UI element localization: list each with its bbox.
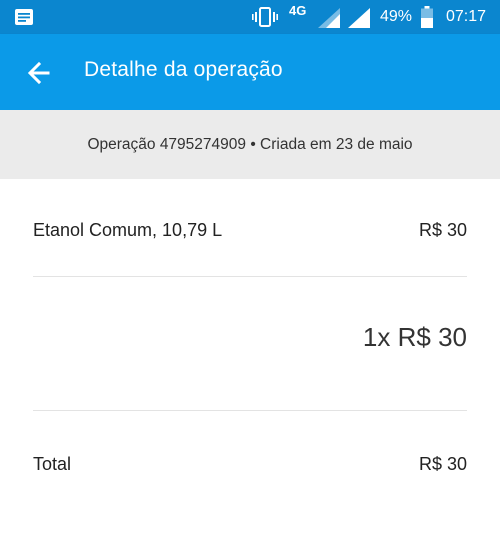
battery-percentage: 49% [380, 8, 413, 25]
app-bar: Detalhe da operação [0, 34, 500, 110]
operation-summary: Operação 4795274909 • Criada em 23 de ma… [0, 110, 500, 179]
item-name: Etanol Comum, 10,79 L [33, 220, 223, 240]
total-row: Total R$ 30 [33, 454, 467, 478]
item-row: Etanol Comum, 10,79 L R$ 30 [33, 220, 467, 244]
divider [33, 276, 467, 277]
battery-icon [421, 6, 433, 28]
vibrate-icon [252, 7, 278, 27]
total-label: Total [33, 454, 72, 474]
total-value: R$ 30 [418, 454, 467, 474]
page-title: Detalhe da operação [84, 58, 283, 81]
quantity-price: 1x R$ 30 [362, 322, 467, 352]
item-price: R$ 30 [418, 220, 467, 240]
clock: 07:17 [446, 8, 487, 25]
notification-icon [15, 9, 33, 25]
arrow-back-icon[interactable] [22, 56, 56, 90]
signal-icon [318, 8, 340, 28]
quantity-row: 1x R$ 30 [33, 322, 467, 354]
network-type-label: 4G [289, 3, 307, 18]
divider [33, 410, 467, 411]
signal-icon [348, 8, 370, 28]
status-bar: 4G 49% 07:17 [0, 0, 500, 34]
